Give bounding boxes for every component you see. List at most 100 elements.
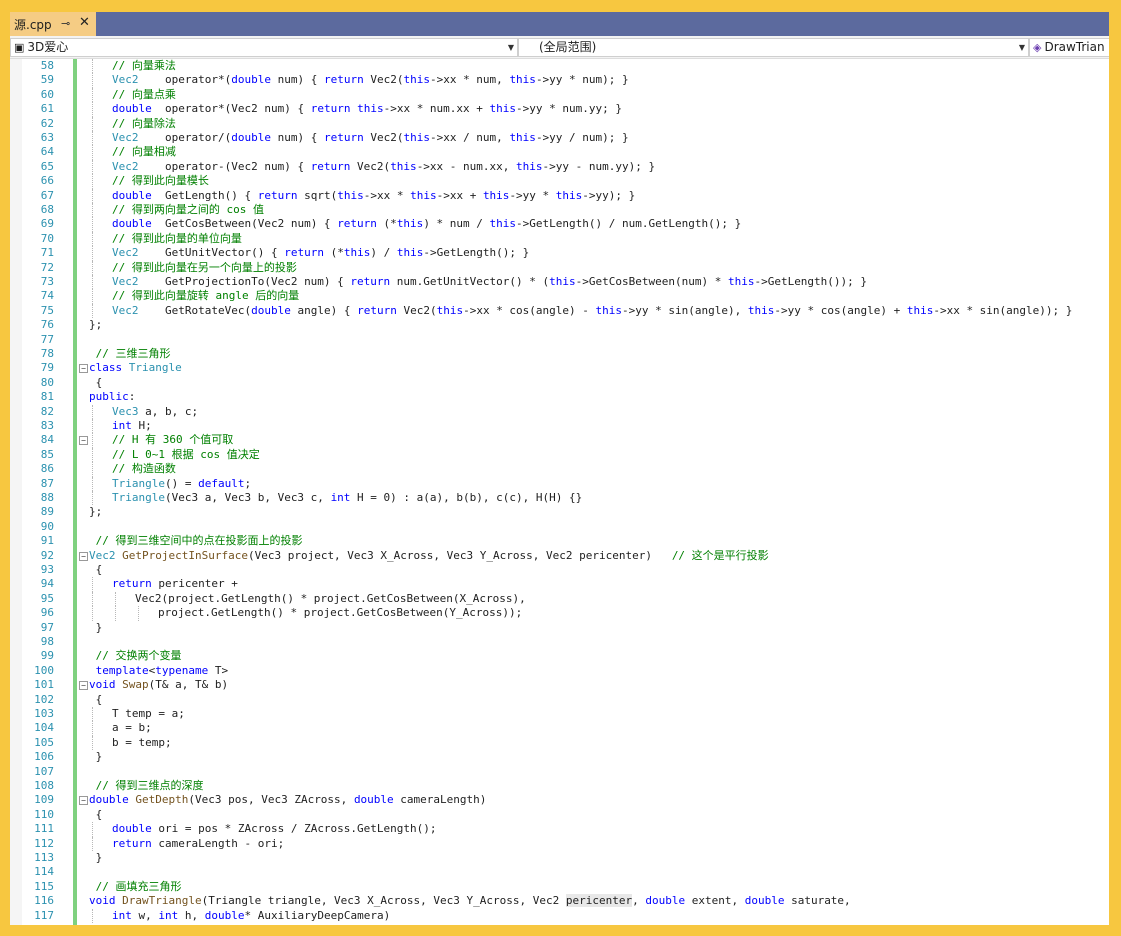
- code-line[interactable]: 117 int w, int h, double* AuxiliaryDeepCa…: [10, 908, 1109, 923]
- project-dropdown[interactable]: ▣ 3D爱心 ▼: [10, 38, 518, 57]
- code-text: // 得到此向量的单位向量: [112, 232, 242, 246]
- code-line[interactable]: 93 {: [10, 563, 1109, 577]
- code-line[interactable]: 98: [10, 635, 1109, 649]
- collapse-icon[interactable]: −: [79, 436, 88, 446]
- code-line[interactable]: 89};: [10, 505, 1109, 519]
- code-line[interactable]: 97 }: [10, 621, 1109, 635]
- line-number: 114: [34, 865, 54, 879]
- code-line[interactable]: 101 − void Swap(T& a, T& b): [10, 678, 1109, 692]
- code-line[interactable]: 68 // 得到两向量之间的 cos 值: [10, 203, 1109, 218]
- code-token: {: [89, 807, 103, 821]
- code-line[interactable]: 67 double GetLength() { return sqrt(this-…: [10, 188, 1109, 203]
- code-token: (Vec3 a, Vec3 b, Vec3 c,: [164, 491, 331, 504]
- code-line[interactable]: 69 double GetCosBetween(Vec2 num) { retur…: [10, 217, 1109, 232]
- code-line[interactable]: 116 void DrawTriangle(Triangle triangle, …: [10, 894, 1109, 908]
- code-line[interactable]: 113 }: [10, 851, 1109, 865]
- code-line[interactable]: 70 // 得到此向量的单位向量: [10, 231, 1109, 247]
- code-line[interactable]: 91 // 得到三维空间中的点在投影面上的投影: [10, 534, 1109, 548]
- code-line[interactable]: 82 Vec3 a, b, c;: [10, 404, 1109, 419]
- code-line[interactable]: 63 Vec2 operator/(double num) { return Ve…: [10, 131, 1109, 146]
- collapse-icon[interactable]: −: [79, 681, 88, 691]
- code-line[interactable]: 74 // 得到此向量旋转 angle 后的向量: [10, 289, 1109, 304]
- code-line[interactable]: 111 double ori = pos * ZAcross / ZAcross.…: [10, 822, 1109, 837]
- code-line[interactable]: 109− double GetDepth(Vec3 pos, Vec3 ZAcro…: [10, 793, 1109, 807]
- indent-guide: [92, 419, 93, 434]
- line-number: 90: [40, 519, 54, 533]
- code-line[interactable]: 96 project.GetLength() * project.GetCosBe…: [10, 606, 1109, 621]
- code-line[interactable]: 59 Vec2 operator*(double num) { return Ve…: [10, 73, 1109, 88]
- scope-dropdown[interactable]: (全局范围) ▼: [518, 38, 1029, 57]
- member-dropdown[interactable]: ◈ DrawTrian: [1029, 38, 1109, 57]
- code-line[interactable]: {: [10, 923, 1109, 925]
- pin-icon[interactable]: ⊸: [61, 17, 70, 30]
- document-tab[interactable]: 源.cpp ⊸ ✕: [10, 12, 96, 36]
- code-keyword: double: [251, 303, 291, 317]
- code-line[interactable]: 83 int H;: [10, 419, 1109, 434]
- code-line[interactable]: 115 // 画填充三角形: [10, 880, 1109, 894]
- code-token: ->xx * num.xx +: [383, 102, 490, 116]
- code-editor[interactable]: 58 // 向量乘法 59 Vec2 operator*(double num) { …: [10, 59, 1109, 925]
- code-line[interactable]: 81 public:: [10, 390, 1109, 404]
- collapse-icon[interactable]: −: [79, 364, 88, 374]
- code-line[interactable]: 112 return cameraLength - ori;: [10, 836, 1109, 851]
- code-line[interactable]: 61 double operator*(Vec2 num) { return th…: [10, 102, 1109, 117]
- code-line[interactable]: 107: [10, 765, 1109, 779]
- code-line[interactable]: 108 // 得到三维点的深度: [10, 779, 1109, 793]
- line-number: 115: [34, 879, 54, 893]
- line-number: 91: [40, 534, 54, 548]
- code-line[interactable]: 71 Vec2 GetUnitVector() { return (*this) …: [10, 246, 1109, 261]
- code-text: T temp = a;: [112, 707, 185, 721]
- code-keyword: int: [158, 908, 179, 922]
- code-line[interactable]: 66 // 得到此向量模长: [10, 174, 1109, 189]
- code-token: H = 0) : a(a), b(b), c(c), H(H) {}: [350, 491, 583, 504]
- indent-guide: [92, 203, 93, 218]
- code-line[interactable]: 95 Vec2(project.GetLength() * project.Get…: [10, 591, 1109, 607]
- code-text: // 构造函数: [112, 462, 176, 476]
- code-line[interactable]: 99 // 交换两个变量: [10, 649, 1109, 663]
- code-comment: // 三维三角形: [89, 347, 171, 360]
- code-line[interactable]: 86 // 构造函数: [10, 462, 1109, 477]
- code-line[interactable]: 80 {: [10, 376, 1109, 390]
- code-text: {: [89, 807, 103, 822]
- line-number: 74: [40, 289, 54, 303]
- code-line[interactable]: 79 − class Triangle: [10, 361, 1109, 375]
- collapse-icon[interactable]: −: [79, 551, 88, 561]
- code-line[interactable]: 92 − Vec2 GetProjectInSurface(Vec3 project…: [10, 549, 1109, 563]
- code-line[interactable]: 85 // L 0~1 根据 cos 值决定: [10, 447, 1109, 463]
- code-line[interactable]: 87 Triangle() = default;: [10, 476, 1109, 491]
- code-line[interactable]: 110 {: [10, 808, 1109, 822]
- code-line[interactable]: 78 // 三维三角形: [10, 347, 1109, 361]
- indent-guide: [92, 404, 93, 419]
- code-token: Vec2: [112, 303, 139, 317]
- code-line[interactable]: 64 // 向量相减: [10, 145, 1109, 160]
- code-line[interactable]: 90: [10, 520, 1109, 534]
- code-line[interactable]: 100 template<typename T>: [10, 664, 1109, 678]
- close-icon[interactable]: ✕: [79, 15, 90, 30]
- line-number: 85: [40, 447, 54, 461]
- indent-guide: [92, 275, 93, 290]
- code-line[interactable]: 76};: [10, 318, 1109, 332]
- code-line[interactable]: 114: [10, 865, 1109, 879]
- code-line[interactable]: 84 − // H 有 360 个值可取: [10, 433, 1109, 448]
- code-line[interactable]: 62 // 向量除法: [10, 116, 1109, 131]
- code-line[interactable]: 75 Vec2 GetRotateVec(double angle) { retu…: [10, 303, 1109, 319]
- code-keyword: this: [357, 102, 384, 116]
- code-line[interactable]: 72 // 得到此向量在另一个向量上的投影: [10, 260, 1109, 275]
- indent-guide: [92, 289, 93, 304]
- code-line[interactable]: 102 {: [10, 693, 1109, 707]
- code-line[interactable]: 105 b = temp;: [10, 735, 1109, 751]
- code-line[interactable]: 104 a = b;: [10, 721, 1109, 736]
- code-line[interactable]: 88 Triangle(Vec3 a, Vec3 b, Vec3 c, int H…: [10, 491, 1109, 506]
- code-line[interactable]: 94 return pericenter +: [10, 577, 1109, 592]
- code-line[interactable]: 60 // 向量点乘: [10, 87, 1109, 103]
- code-line[interactable]: 106 }: [10, 750, 1109, 764]
- code-line[interactable]: 77: [10, 333, 1109, 347]
- code-line[interactable]: 58 // 向量乘法: [10, 59, 1109, 74]
- code-keyword: this: [555, 188, 583, 202]
- code-line[interactable]: 103 T temp = a;: [10, 707, 1109, 722]
- code-text: Vec2 operator*(double num) { return Vec2…: [112, 73, 629, 87]
- code-line[interactable]: 73 Vec2 GetProjectionTo(Vec2 num) { retur…: [10, 275, 1109, 290]
- code-token: Vec2: [112, 159, 139, 173]
- collapse-icon[interactable]: −: [79, 796, 88, 806]
- code-line[interactable]: 65 Vec2 operator-(Vec2 num) { return Vec2…: [10, 159, 1109, 175]
